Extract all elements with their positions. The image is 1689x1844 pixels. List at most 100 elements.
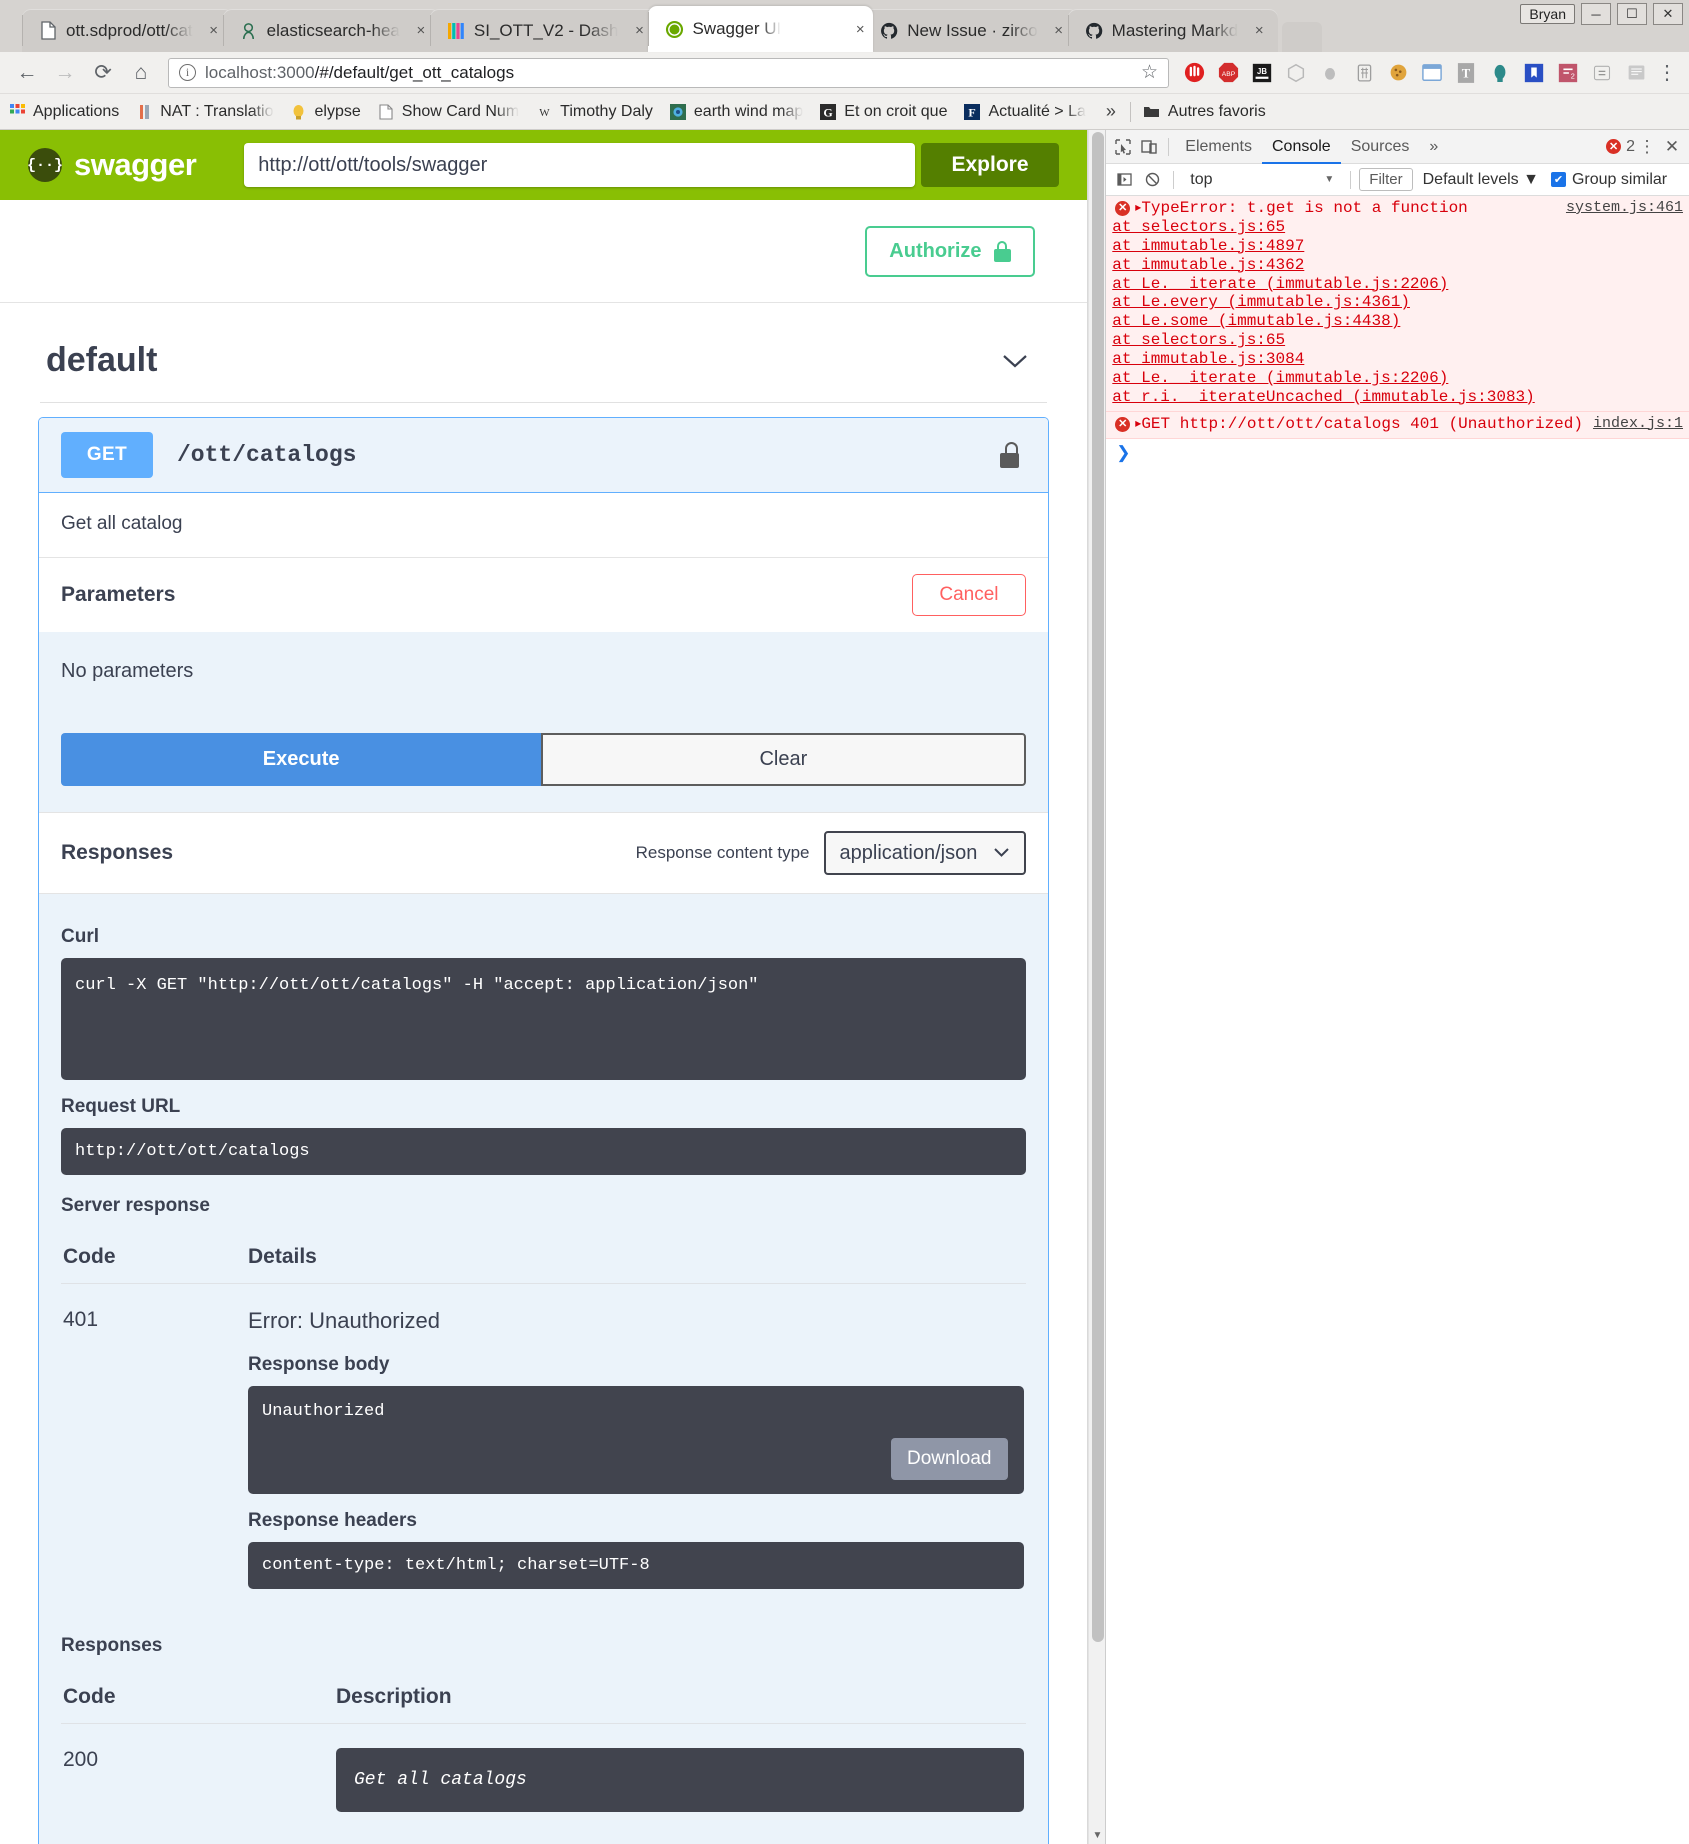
tab-close-button[interactable]: × <box>1250 22 1268 39</box>
stack-frame[interactable]: at immutable.js:3084 <box>1112 350 1683 369</box>
response-content-type-select[interactable]: application/json <box>823 831 1026 875</box>
error-icon: ✕ <box>1606 139 1622 154</box>
tab-elements[interactable]: Elements <box>1175 130 1262 164</box>
tab-sources[interactable]: Sources <box>1341 130 1420 164</box>
inspect-cursor-icon[interactable] <box>1110 134 1136 160</box>
bulb-icon[interactable] <box>1483 57 1517 89</box>
stack-frame[interactable]: at selectors.js:65 <box>1112 331 1683 350</box>
text-icon[interactable]: T <box>1449 57 1483 89</box>
more-tabs-button[interactable]: » <box>1419 130 1448 164</box>
box-icon[interactable] <box>1279 57 1313 89</box>
stack-frame[interactable]: at Le.every (immutable.js:4361) <box>1112 293 1683 312</box>
log-levels-dropdown[interactable]: Default levels ▼ <box>1423 171 1539 189</box>
forward-button[interactable]: → <box>46 57 84 89</box>
browser-tab-0[interactable]: ott.sdprod/ott/cat × <box>22 9 233 52</box>
tab-close-button[interactable]: × <box>205 22 223 39</box>
stack-frame[interactable]: at Le.__iterate (immutable.js:2206) <box>1112 275 1683 294</box>
devtools-menu-button[interactable]: ⋮ <box>1635 138 1659 156</box>
stack-frame[interactable]: at Le.some (immutable.js:4438) <box>1112 312 1683 331</box>
browser-tab-3-active[interactable]: Swagger UI × <box>648 6 874 52</box>
grid-icon[interactable] <box>1347 57 1381 89</box>
browser-tab-4[interactable]: New Issue · zirco × <box>863 9 1078 52</box>
tab-close-button[interactable]: × <box>412 22 430 39</box>
unlocked-padlock-icon[interactable] <box>999 442 1020 468</box>
bookmarks-overflow-button[interactable]: » <box>1106 101 1116 122</box>
devtools-close-button[interactable]: ✕ <box>1659 137 1685 157</box>
scrollbar-thumb[interactable] <box>1091 132 1104 1642</box>
console-message-source[interactable]: system.js:461 <box>1556 199 1683 217</box>
reader-icon[interactable] <box>1619 57 1653 89</box>
adblockplus-icon[interactable]: ABP <box>1211 57 1245 89</box>
stack-frame[interactable]: at Le.__iterate (immutable.js:2206) <box>1112 369 1683 388</box>
bookmark-et-on-croit-que[interactable]: G Et on croit que <box>819 103 947 121</box>
stack-frame[interactable]: at immutable.js:4362 <box>1112 256 1683 275</box>
scroll-down-arrow[interactable]: ▼ <box>1089 1826 1107 1844</box>
bookmark-applications[interactable]: Applications <box>8 103 119 121</box>
page-scrollbar[interactable]: ▲ ▼ <box>1087 130 1107 1844</box>
tab-close-button[interactable]: × <box>851 21 869 38</box>
tab-console[interactable]: Console <box>1262 130 1341 164</box>
chrome-menu-button[interactable]: ⋮ <box>1653 63 1681 83</box>
home-button[interactable]: ⌂ <box>122 57 160 89</box>
browser-tab-1[interactable]: elasticsearch-hea × <box>222 9 440 52</box>
error-count-badge[interactable]: ✕ 2 <box>1606 138 1635 156</box>
bookmark-nat[interactable]: NAT : Translatio <box>135 103 274 121</box>
clear-button[interactable]: Clear <box>541 733 1026 786</box>
response-content-type-select-wrap[interactable]: application/json <box>823 831 1026 875</box>
console-prompt[interactable]: ❯ <box>1106 439 1689 468</box>
drop-icon[interactable] <box>1313 57 1347 89</box>
bookmark-timothy-daly[interactable]: W Timothy Daly <box>535 103 653 121</box>
chevron-down-icon[interactable] <box>1001 345 1041 376</box>
bookmark-elypse[interactable]: elypse <box>290 103 361 121</box>
console-filter-input[interactable]: Filter <box>1359 168 1413 191</box>
back-button[interactable]: ← <box>8 57 46 89</box>
pocket-icon[interactable]: 2 <box>1551 57 1585 89</box>
bookmark-actualite[interactable]: F Actualité > La <box>963 103 1086 121</box>
close-window-button[interactable]: ✕ <box>1653 3 1683 25</box>
explore-button[interactable]: Explore <box>921 143 1059 187</box>
ublock-icon[interactable] <box>1177 57 1211 89</box>
console-context-select[interactable]: top ▼ <box>1182 171 1342 189</box>
bookmark-label: earth wind map <box>693 102 804 120</box>
device-toolbar-icon[interactable] <box>1136 134 1162 160</box>
new-tab-button[interactable] <box>1282 22 1323 52</box>
bookmark-earth-wind-map[interactable]: earth wind map <box>669 103 803 121</box>
tab-close-button[interactable]: × <box>1050 22 1068 39</box>
download-button[interactable]: Download <box>891 1438 1008 1480</box>
stack-frame[interactable]: at immutable.js:4897 <box>1112 237 1683 256</box>
toolbar-separator <box>1168 137 1170 156</box>
cancel-button[interactable]: Cancel <box>912 574 1026 616</box>
bookmark-other-favorites[interactable]: Autres favoris <box>1143 103 1266 121</box>
console-output: ✕ ▸ TypeError: t.get is not a function s… <box>1106 196 1689 1844</box>
authorize-button[interactable]: Authorize <box>865 225 1035 277</box>
reload-button[interactable]: ⟳ <box>84 57 122 89</box>
swagger-spec-url-input[interactable] <box>244 143 916 187</box>
minimize-button[interactable]: ─ <box>1581 3 1611 25</box>
maximize-button[interactable]: ☐ <box>1617 3 1647 25</box>
console-message-error-1[interactable]: ✕ ▸ TypeError: t.get is not a function s… <box>1106 196 1689 412</box>
execute-button[interactable]: Execute <box>61 733 542 786</box>
bookmark-show-card-num[interactable]: Show Card Num <box>377 103 519 121</box>
equals-icon[interactable] <box>1585 57 1619 89</box>
console-message-error-2[interactable]: ✕ ▸ GET http://ott/ott/catalogs 401 (Una… <box>1106 411 1689 439</box>
response-details: Error: Unauthorized Response body Unauth… <box>248 1308 1024 1589</box>
bookmark-icon[interactable] <box>1517 57 1551 89</box>
site-info-icon[interactable]: i <box>179 64 196 81</box>
window-icon[interactable] <box>1415 57 1449 89</box>
browser-tab-5[interactable]: Mastering Markd × <box>1067 9 1279 52</box>
operation-summary[interactable]: GET /ott/catalogs <box>39 418 1048 493</box>
stack-frame[interactable]: at r.i.__iterateUncached (immutable.js:3… <box>1112 388 1683 407</box>
group-similar-toggle[interactable]: ✔ Group similar <box>1550 171 1667 189</box>
profile-chip[interactable]: Bryan <box>1520 4 1575 24</box>
jetbrains-icon[interactable]: JB <box>1245 57 1279 89</box>
tag-section-header[interactable]: default <box>38 303 1049 402</box>
console-message-source[interactable]: index.js:1 <box>1583 415 1683 433</box>
bookmark-star-icon[interactable]: ☆ <box>1141 61 1158 84</box>
browser-tab-2[interactable]: SI_OTT_V2 - Dash × <box>429 9 659 52</box>
stack-frame[interactable]: at selectors.js:65 <box>1112 218 1683 237</box>
execute-sidebar-icon[interactable] <box>1111 167 1137 193</box>
address-bar[interactable]: i localhost:3000/#/default/get_ott_catal… <box>168 57 1169 88</box>
tab-close-button[interactable]: × <box>630 22 648 39</box>
clear-console-icon[interactable] <box>1139 167 1165 193</box>
cookie-icon[interactable] <box>1381 57 1415 89</box>
